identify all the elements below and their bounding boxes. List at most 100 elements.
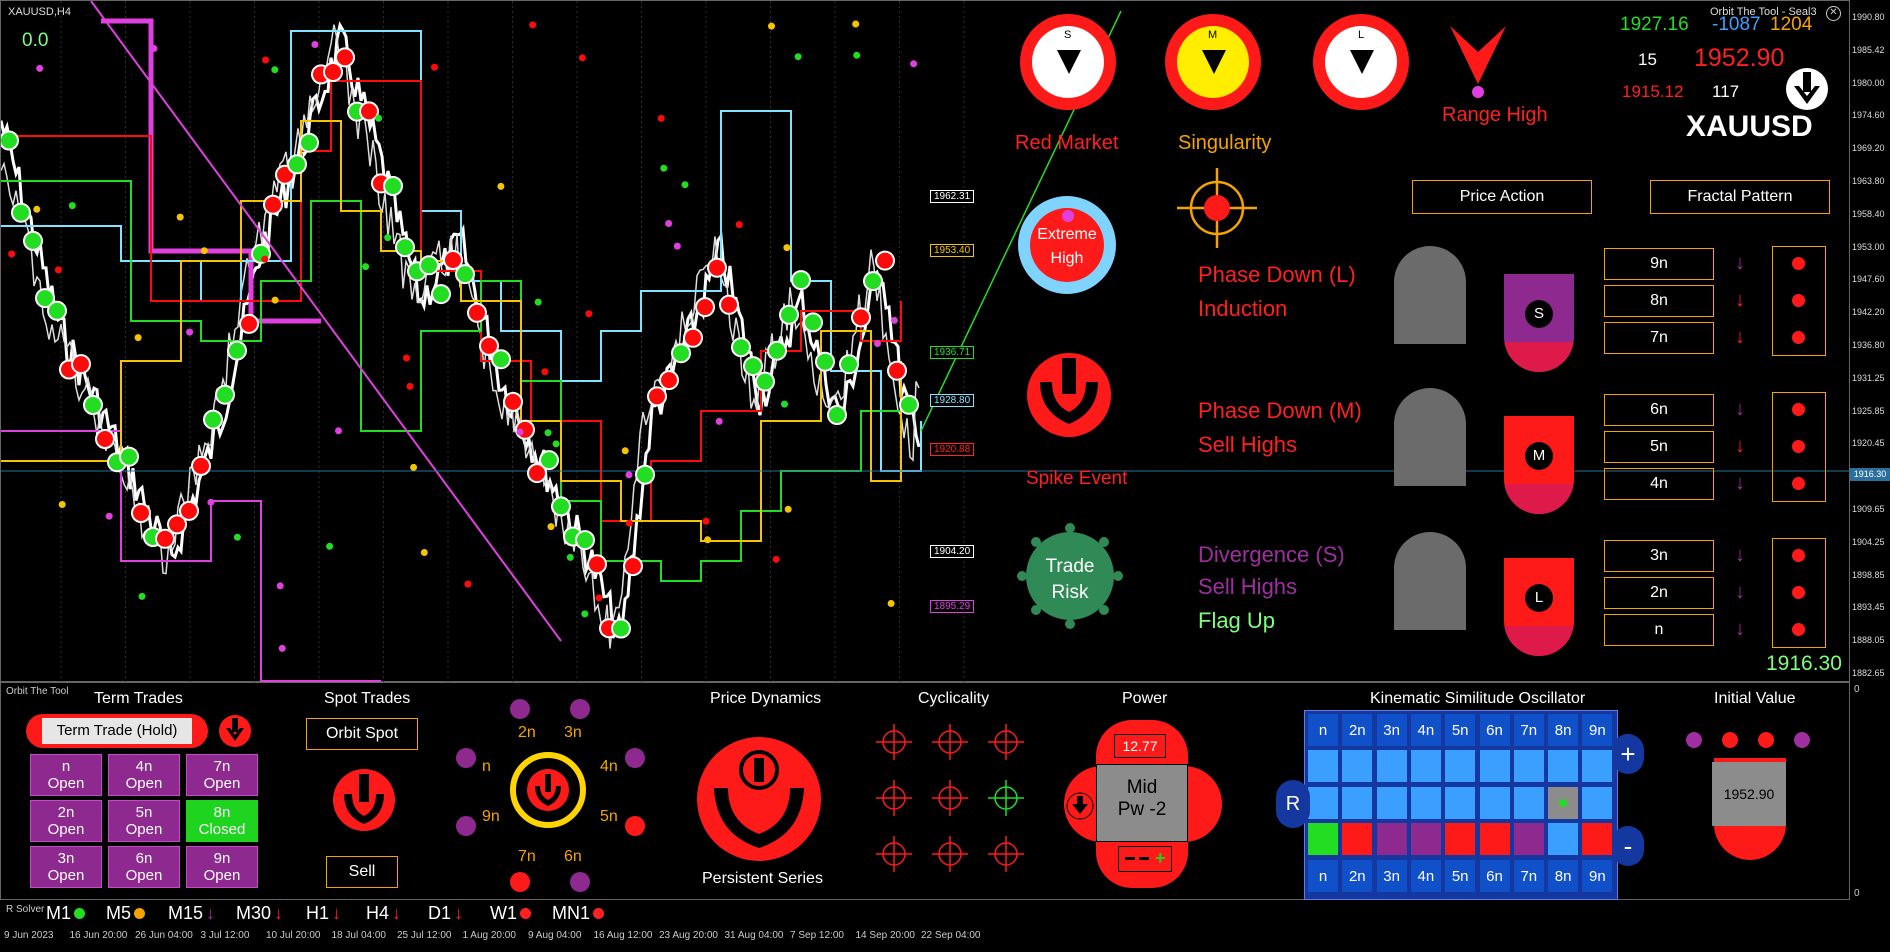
timeframe-item[interactable]: H4 ↓	[366, 903, 401, 924]
step-dot	[8, 250, 16, 258]
price-axis-tick: 1969.20	[1852, 143, 1885, 154]
term-trade-cell[interactable]: 9n Open	[186, 846, 258, 888]
step-dot	[207, 498, 215, 506]
signal-dot	[815, 351, 835, 372]
orbit-label: 3n	[564, 724, 582, 741]
signal-dot	[179, 500, 199, 521]
timeframe-item[interactable]: M30 ↓	[236, 903, 283, 924]
term-trade-cell[interactable]: 8n Closed	[186, 800, 258, 842]
term-trade-cell[interactable]: 4n Open	[108, 754, 180, 796]
kso-minus-button[interactable]: -	[1612, 826, 1644, 866]
kso-cell	[1548, 786, 1579, 819]
step-dot	[595, 594, 603, 602]
fractal-pattern-button[interactable]: Fractal Pattern	[1650, 180, 1830, 214]
fractal-box[interactable]: 3n	[1604, 540, 1714, 572]
fractal-box[interactable]: 6n	[1604, 394, 1714, 426]
timeframe-item[interactable]: M1	[46, 903, 86, 924]
step-dot	[852, 20, 860, 28]
sell-button[interactable]: Sell	[326, 856, 398, 888]
status-dot-icon	[520, 908, 531, 919]
signal-dot	[239, 313, 259, 334]
price-axis-tick: 1958.40	[1852, 208, 1885, 219]
orbit-spot-button[interactable]: Orbit Spot	[306, 718, 418, 750]
orbit-dot	[456, 748, 476, 768]
fractal-box[interactable]: 4n	[1604, 468, 1714, 500]
kso-header-cell: 8n	[1548, 860, 1579, 892]
step-dot	[58, 501, 66, 508]
kso-cell	[1582, 823, 1613, 855]
step-dot	[464, 580, 472, 588]
term-trade-n: n	[61, 758, 71, 775]
down-arrow-icon: ↓	[332, 903, 342, 923]
phase3-badge: L	[1504, 558, 1574, 656]
signal-dot	[575, 530, 595, 551]
signal-dot	[431, 284, 451, 305]
price-axis-tick: 1931.25	[1852, 372, 1885, 383]
kso-header-cell: 3n	[1376, 860, 1407, 892]
fractal-box[interactable]: n	[1604, 614, 1714, 646]
kso-header-cell: 4n	[1410, 860, 1441, 892]
close-icon[interactable]: ✕	[1826, 6, 1841, 21]
price-axis-tick: 1985.42	[1852, 44, 1885, 55]
timeframe-item[interactable]: M5	[106, 903, 146, 924]
sub-axis-bottom: 0	[1854, 888, 1860, 899]
step-dot	[529, 21, 537, 29]
timeframe-label: W1	[490, 903, 517, 923]
price-axis-tick: 1898.85	[1852, 569, 1885, 580]
timeframe-item[interactable]: M15 ↓	[168, 903, 215, 924]
term-trade-cell[interactable]: 6n Open	[108, 846, 180, 888]
term-trade-cell[interactable]: 2n Open	[30, 800, 102, 842]
price-level-tag: 1920.88	[930, 443, 975, 456]
term-trade-hold-button[interactable]: Term Trade (Hold)	[26, 714, 208, 748]
kso-r-button[interactable]: R	[1276, 780, 1310, 828]
term-trade-cell[interactable]: 7n Open	[186, 754, 258, 796]
power-value: 12.77	[1114, 734, 1166, 758]
term-trade-status: Open	[47, 867, 85, 884]
down-arrow-icon: ↓	[1735, 326, 1745, 348]
step-dot	[68, 202, 76, 210]
fractal-box[interactable]: 2n	[1604, 577, 1714, 609]
term-trade-n: 5n	[135, 804, 153, 821]
step-dot	[233, 533, 241, 541]
date-axis-tick: 14 Sep 20:00	[855, 930, 916, 941]
step-dot	[665, 220, 673, 227]
kso-cell	[1308, 750, 1338, 782]
price-action-button[interactable]: Price Action	[1412, 180, 1592, 214]
step-dot	[547, 523, 555, 531]
fractal-box[interactable]: 7n	[1604, 322, 1714, 354]
fractal-status-frame	[1772, 538, 1826, 648]
battery-icon: +	[1118, 846, 1172, 872]
price-dynamics-title: Price Dynamics	[710, 690, 822, 707]
initial-value-title: Initial Value	[1714, 690, 1796, 707]
phase1-line1: Phase Down (L)	[1198, 262, 1356, 287]
step-dot	[276, 582, 284, 590]
timeframe-item[interactable]: D1 ↓	[428, 903, 463, 924]
kso-plus-button[interactable]: +	[1612, 734, 1644, 774]
term-trade-cell[interactable]: n Open	[30, 754, 102, 796]
fractal-box[interactable]: 8n	[1604, 285, 1714, 317]
step-dot	[271, 66, 279, 74]
stat-v5: 1952.90	[1694, 44, 1785, 72]
step-dot	[406, 382, 414, 390]
orbit-dot	[625, 816, 645, 836]
signal-dot	[623, 556, 643, 577]
stat-v4: 15	[1638, 50, 1657, 69]
timeframe-item[interactable]: H1 ↓	[306, 903, 341, 924]
down-arrow-icon: ↓	[1735, 289, 1745, 311]
term-trade-cell[interactable]: 5n Open	[108, 800, 180, 842]
kso-cell	[1582, 750, 1613, 782]
fractal-box[interactable]: 9n	[1604, 248, 1714, 280]
term-trade-cell[interactable]: 3n Open	[30, 846, 102, 888]
timeframe-label: H1	[306, 903, 330, 923]
fractal-box[interactable]: 5n	[1604, 431, 1714, 463]
date-axis-tick: 1 Aug 20:00	[462, 930, 516, 941]
date-axis-tick: 10 Jul 20:00	[266, 930, 321, 941]
timeframe-item[interactable]: MN1	[552, 903, 605, 924]
step-dot	[784, 505, 792, 513]
down-arrow-icon: ↓	[454, 903, 464, 923]
price-axis-tick: 1980.00	[1852, 77, 1885, 88]
timeframe-item[interactable]: W1	[490, 903, 531, 924]
step-dot	[910, 60, 918, 68]
kso-header-cell: 7n	[1513, 714, 1544, 746]
signal-dot	[131, 503, 151, 523]
